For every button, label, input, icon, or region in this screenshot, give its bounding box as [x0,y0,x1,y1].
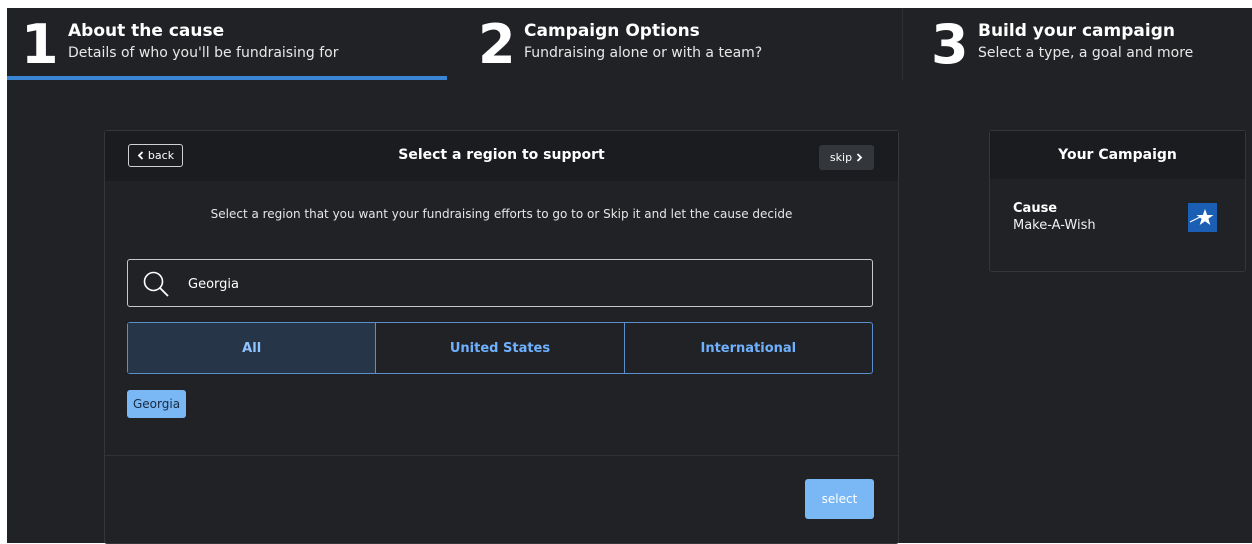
cause-value: Make-A-Wish [1013,218,1096,233]
step-title: Build your campaign [978,21,1175,41]
step-subtitle: Select a type, a goal and more [978,45,1194,61]
your-campaign-panel: Your Campaign Cause Make-A-Wish [989,130,1246,272]
active-step-indicator [7,76,447,80]
your-campaign-title: Your Campaign [990,131,1245,179]
make-a-wish-star-icon [1188,203,1217,232]
card-title: Select a region to support [398,147,605,163]
cause-label: Cause [1013,201,1058,216]
card-divider [105,455,898,456]
select-button[interactable]: select [805,479,874,519]
app-window: 1 About the cause Details of who you'll … [7,8,1252,544]
step-campaign-options[interactable]: 2 Campaign Options Fundraising alone or … [474,8,894,80]
skip-button[interactable]: skip [819,145,874,170]
step-title: Campaign Options [524,21,700,41]
step-title: About the cause [68,21,225,41]
skip-label: skip [829,151,853,164]
step-number: 1 [21,13,59,76]
chevron-right-icon [856,153,863,162]
step-divider [902,8,903,80]
step-number: 3 [931,13,969,76]
tab-all[interactable]: All [128,323,377,373]
region-result-chip[interactable]: Georgia [127,390,187,418]
progress-steps: 1 About the cause Details of who you'll … [7,8,1252,80]
step-subtitle: Fundraising alone or with a team? [524,45,763,61]
step-about-cause[interactable]: 1 About the cause Details of who you'll … [7,8,447,80]
region-search-box[interactable] [127,259,873,307]
region-filter-tabs: All United States International [127,322,873,374]
card-header: back Select a region to support skip [105,131,898,181]
step-subtitle: Details of who you'll be fundraising for [68,45,339,61]
step-number: 2 [478,13,516,76]
search-icon [143,271,169,297]
instruction-text: Select a region that you want your fundr… [210,207,793,221]
tab-united-states[interactable]: United States [376,323,625,373]
region-selection-card: back Select a region to support skip Sel… [104,130,899,544]
tab-international[interactable]: International [625,323,872,373]
region-search-input[interactable] [188,272,838,296]
step-build-campaign[interactable]: 3 Build your campaign Select a type, a g… [929,8,1249,80]
